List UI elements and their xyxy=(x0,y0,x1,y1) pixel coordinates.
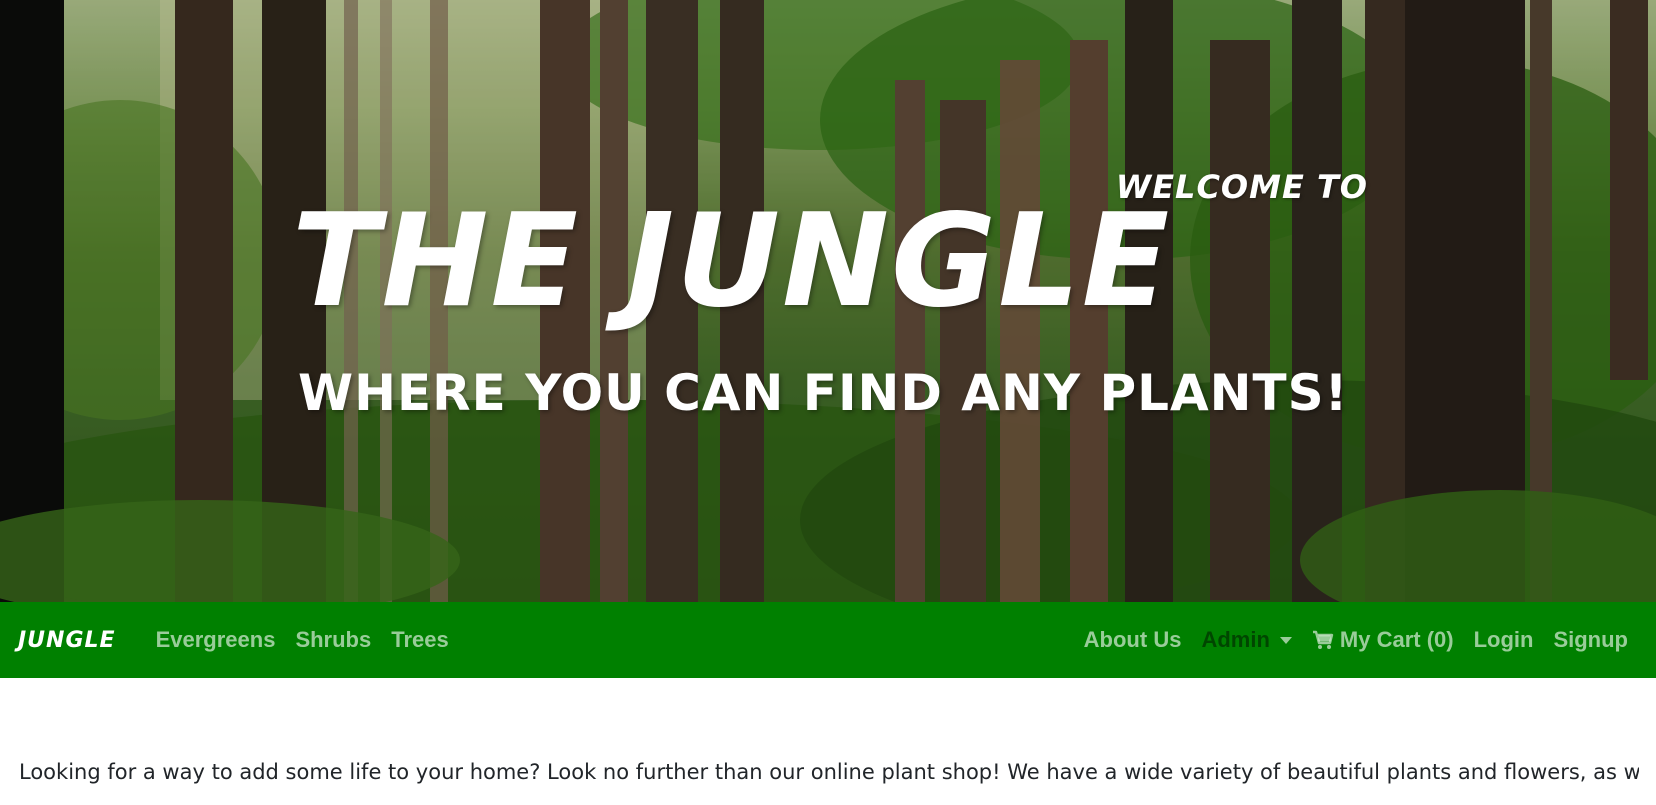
brand-logo[interactable]: JUNGLE xyxy=(18,628,116,653)
nav-link-evergreens[interactable]: Evergreens xyxy=(156,627,276,653)
hero-banner: WELCOME TO THE JUNGLE WHERE YOU CAN FIND… xyxy=(0,0,1656,602)
main-navbar: JUNGLE Evergreens Shrubs Trees About Us … xyxy=(0,602,1656,678)
nav-left-links: Evergreens Shrubs Trees xyxy=(146,627,459,653)
nav-right-links: About Us Admin My Cart (0) Login Signup xyxy=(1074,627,1638,653)
hero-tagline: WHERE YOU CAN FIND ANY PLANTS! xyxy=(298,364,1349,422)
cart-label: My Cart (0) xyxy=(1339,627,1454,652)
nav-link-trees[interactable]: Trees xyxy=(391,627,449,653)
nav-link-shrubs[interactable]: Shrubs xyxy=(295,627,371,653)
admin-dropdown[interactable]: Admin xyxy=(1201,627,1292,653)
chevron-down-icon xyxy=(1279,636,1292,644)
hero-title: THE JUNGLE xyxy=(292,187,1172,336)
shopping-cart-icon xyxy=(1312,630,1334,650)
nav-link-signup[interactable]: Signup xyxy=(1553,627,1628,653)
intro-paragraph: Looking for a way to add some life to yo… xyxy=(19,760,1639,784)
admin-dropdown-label: Admin xyxy=(1201,627,1270,652)
nav-link-login[interactable]: Login xyxy=(1474,627,1534,653)
nav-link-about-us[interactable]: About Us xyxy=(1084,627,1182,653)
nav-link-cart[interactable]: My Cart (0) xyxy=(1312,627,1454,653)
